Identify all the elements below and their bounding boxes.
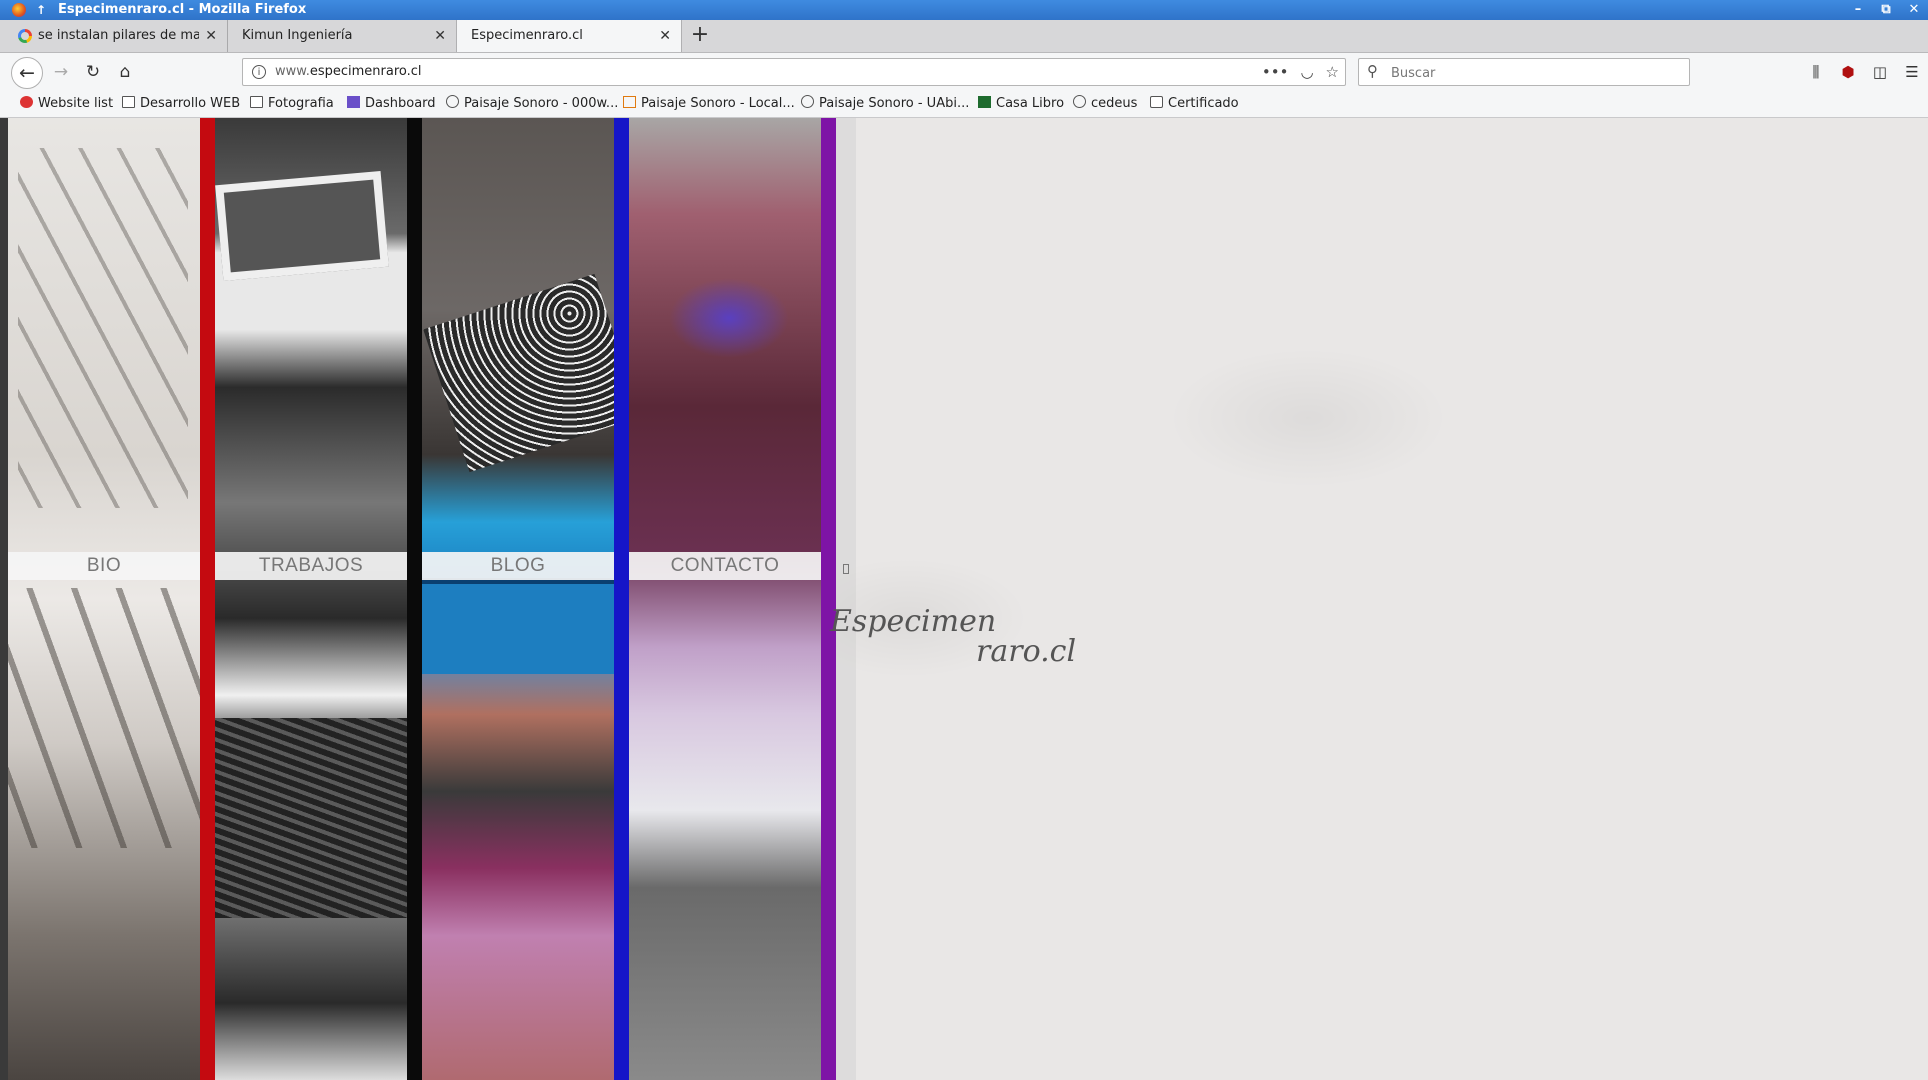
logo-line1[interactable]: Especimen — [830, 604, 996, 639]
sidebar-icon[interactable]: ◫ — [1864, 53, 1896, 91]
maximize-icon[interactable]: ⧉ — [1878, 0, 1894, 20]
bio-text-image — [18, 148, 188, 508]
search-bar[interactable]: ⚲ — [1358, 58, 1690, 86]
website-icon — [20, 96, 33, 108]
bookmark-paisaje-000w[interactable]: Paisaje Sonoro - 000w... — [446, 91, 618, 117]
logo-line2[interactable]: raro.cl — [976, 634, 1076, 669]
firefox-icon — [12, 3, 26, 17]
tab-kimun[interactable]: Kimun Ingeniería ✕ — [228, 20, 456, 52]
bookmark-paisaje-uabi[interactable]: Paisaje Sonoro - UAbi... — [801, 91, 969, 117]
magazine-blue-cover — [422, 578, 614, 674]
bookmark-fotografia[interactable]: Fotografia — [250, 91, 334, 117]
tab-google-search[interactable]: se instalan pilares de made ✕ — [8, 20, 228, 52]
tile-shadow — [836, 118, 856, 1080]
page-content: BIO TRABAJOS BLOG CONTACTO Especimen rar… — [8, 118, 1928, 1080]
new-tab-button[interactable]: + — [690, 20, 710, 52]
forward-button[interactable]: → — [48, 59, 74, 85]
folder-icon — [250, 96, 263, 108]
bookmark-certificado[interactable]: Certificado — [1150, 91, 1239, 117]
home-button[interactable]: ⌂ — [112, 59, 138, 85]
site-info-icon[interactable]: i — [252, 65, 266, 79]
close-window-icon[interactable]: ✕ — [1906, 0, 1922, 20]
search-input[interactable] — [1389, 62, 1683, 84]
globe-icon — [801, 95, 814, 108]
bookmark-star-icon[interactable]: ☆ — [1326, 59, 1339, 85]
navigation-bar: ← → ↻ ⌂ i www.especimenraro.cl ••• ◡ ☆ ⚲… — [0, 53, 1928, 91]
bookmark-cedeus[interactable]: cedeus — [1073, 91, 1137, 117]
url-text[interactable]: www.especimenraro.cl — [275, 59, 422, 85]
tab-label: se instalan pilares de made — [38, 28, 199, 43]
tile-bio[interactable] — [8, 118, 200, 1080]
close-tab-icon[interactable]: ✕ — [205, 20, 217, 52]
bio-text-image-lower — [8, 588, 200, 848]
google-icon — [18, 29, 32, 43]
close-tab-icon[interactable]: ✕ — [659, 20, 671, 52]
reload-button[interactable]: ↻ — [80, 59, 106, 85]
close-tab-icon[interactable]: ✕ — [434, 20, 446, 52]
tab-especimenraro[interactable]: Especimenraro.cl ✕ — [456, 20, 682, 52]
menu-bio[interactable]: BIO — [8, 552, 200, 580]
tab-bar: se instalan pilares de made ✕ Kimun Inge… — [0, 20, 1928, 53]
tile-blog[interactable] — [422, 118, 614, 1080]
tile-trabajos[interactable] — [215, 118, 407, 1080]
ublock-icon[interactable]: ⬢ — [1832, 53, 1864, 91]
magazine-pattern-image — [423, 273, 614, 473]
bookmark-desarrollo-web[interactable]: Desarrollo WEB — [122, 91, 240, 117]
folder-icon — [122, 96, 135, 108]
bookmark-paisaje-local[interactable]: Paisaje Sonoro - Local... — [623, 91, 795, 117]
menu-blog[interactable]: BLOG — [422, 552, 614, 580]
photo-print-lower — [215, 718, 407, 918]
nebula-image — [669, 278, 789, 358]
drag-handle[interactable] — [843, 564, 849, 574]
local-icon — [623, 96, 636, 108]
back-button[interactable]: ← — [11, 57, 43, 89]
bookmarks-toolbar: Website list Desarrollo WEB Fotografia D… — [0, 91, 1928, 118]
book-icon — [978, 96, 991, 108]
search-icon: ⚲ — [1367, 62, 1378, 80]
tab-label: Especimenraro.cl — [471, 28, 583, 43]
page-actions-icon[interactable]: ••• — [1262, 59, 1289, 85]
pocket-icon[interactable]: ◡ — [1300, 59, 1313, 85]
bookmark-dashboard[interactable]: Dashboard — [347, 91, 436, 117]
bookmark-website-list[interactable]: Website list — [20, 91, 113, 117]
menu-contacto[interactable]: CONTACTO — [629, 552, 821, 580]
globe-icon — [446, 95, 459, 108]
bookmark-casa-libro[interactable]: Casa Libro — [978, 91, 1064, 117]
contacto-stripe — [821, 118, 836, 1080]
minimize-icon[interactable]: – — [1850, 0, 1866, 20]
photo-print-image — [215, 170, 389, 282]
menu-icon[interactable]: ☰ — [1896, 53, 1928, 91]
dashboard-icon — [347, 96, 360, 108]
arrow-up-icon[interactable]: ↑ — [36, 0, 46, 20]
menu-trabajos[interactable]: TRABAJOS — [215, 552, 407, 580]
bio-stripe — [200, 118, 215, 1080]
trabajos-stripe — [407, 118, 422, 1080]
window-title: Especimenraro.cl - Mozilla Firefox — [58, 2, 307, 17]
globe-icon — [1073, 95, 1086, 108]
certificate-icon — [1150, 96, 1163, 108]
tab-label: Kimun Ingeniería — [242, 28, 353, 43]
library-icon[interactable]: ⫼ — [1800, 53, 1832, 91]
window-titlebar: ↑ Especimenraro.cl - Mozilla Firefox – ⧉… — [0, 0, 1928, 20]
blog-stripe — [614, 118, 629, 1080]
page-left-edge — [0, 118, 8, 1080]
url-bar[interactable]: i www.especimenraro.cl ••• ◡ ☆ — [242, 58, 1346, 86]
tile-contacto[interactable] — [629, 118, 821, 1080]
